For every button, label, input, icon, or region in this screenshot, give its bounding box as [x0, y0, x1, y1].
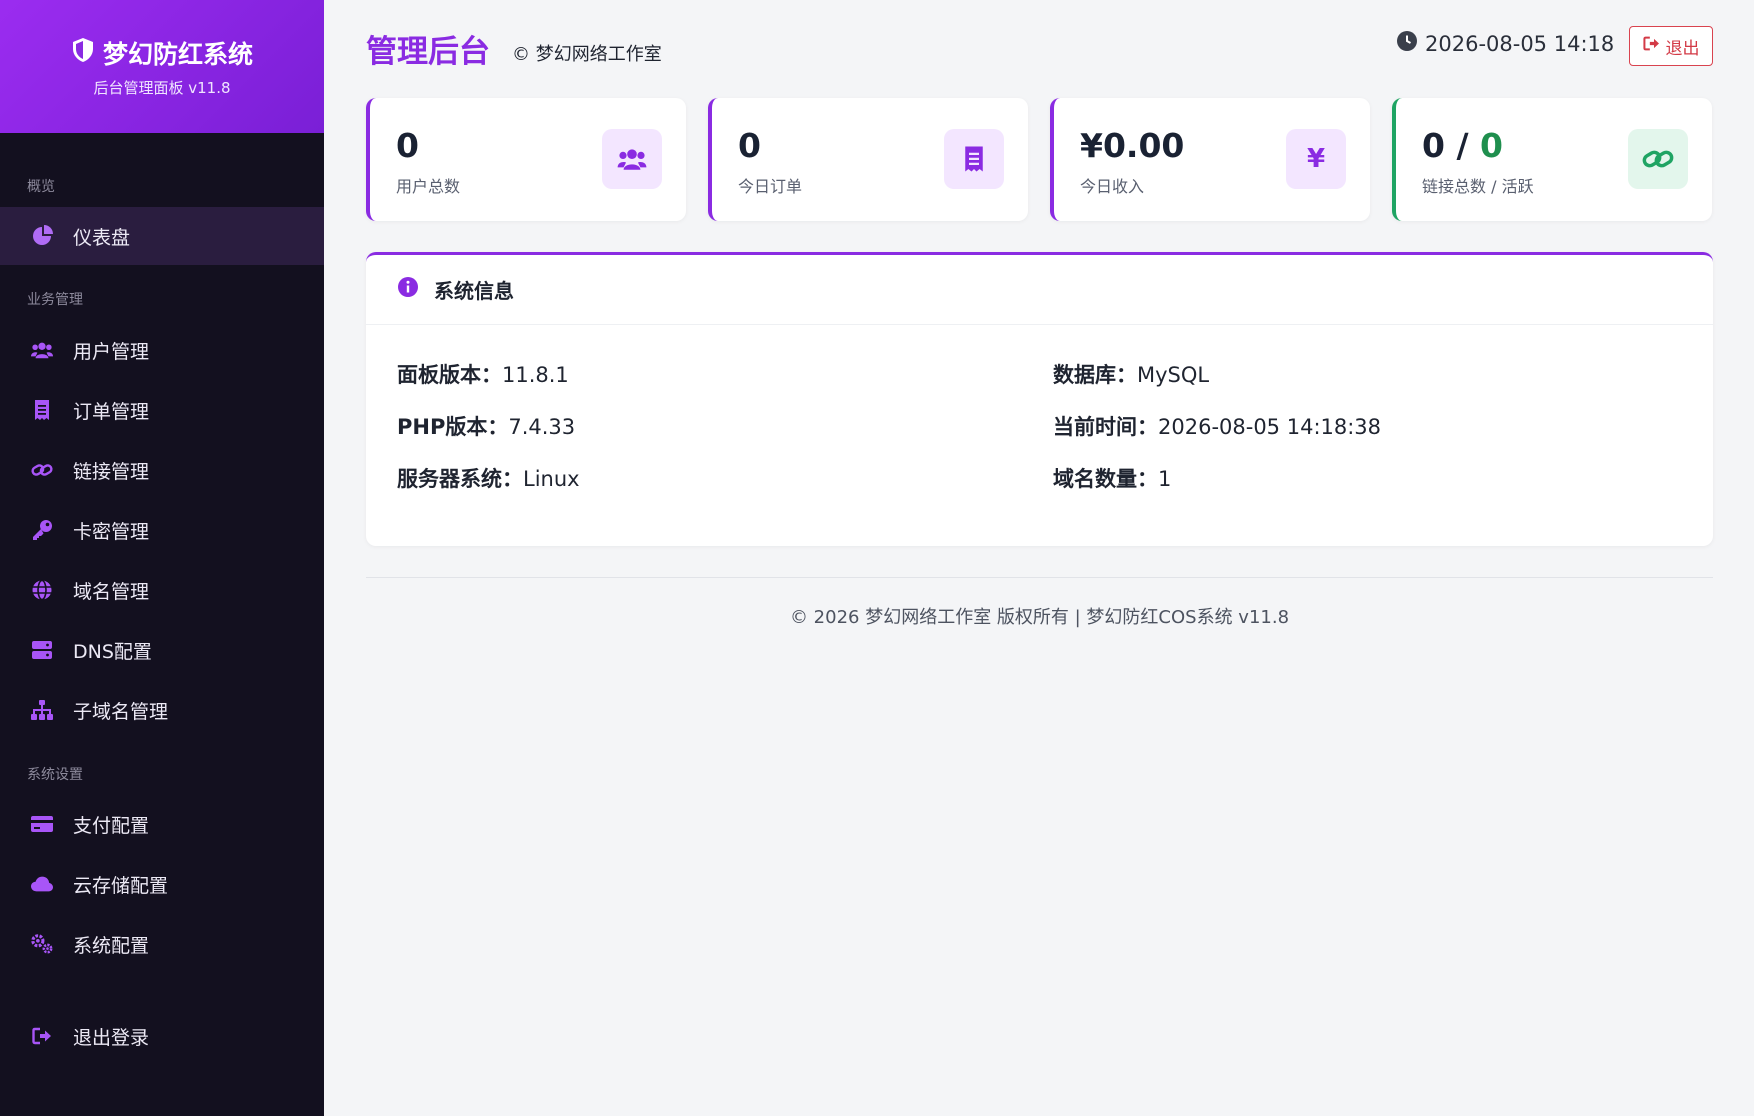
system-info-panel: 系统信息 面板版本：11.8.1 PHP版本：7.4.33 服务器系统：Linu… — [366, 252, 1713, 546]
stat-label: 今日收入 — [1080, 177, 1145, 196]
info-value: Linux — [523, 467, 580, 491]
brand-title: 梦幻防红系统 — [71, 35, 253, 71]
sidebar-item-system-config[interactable]: 系统配置 — [0, 915, 324, 973]
sidebar-item-label: 订单管理 — [73, 400, 150, 423]
server-icon — [31, 639, 53, 661]
logout-button[interactable]: 退出 — [1629, 26, 1713, 66]
users-icon — [602, 129, 662, 189]
stat-card-orders: 0 今日订单 — [708, 98, 1028, 221]
stat-value: ¥0.00 — [1080, 126, 1185, 165]
sidebar-item-label: DNS配置 — [73, 640, 152, 663]
sidebar-item-label: 子域名管理 — [73, 700, 169, 723]
header-datetime: 2026-08-05 14:18 — [1397, 31, 1614, 56]
nav-section-overview: 概览 — [27, 179, 55, 195]
link-icon — [1628, 129, 1688, 189]
info-icon — [397, 276, 419, 303]
sidebar-item-dashboard[interactable]: 仪表盘 — [0, 207, 324, 265]
header-datetime-text: 2026-08-05 14:18 — [1425, 31, 1615, 56]
sidebar-item-domains[interactable]: 域名管理 — [0, 561, 324, 619]
info-panel-version: 面板版本：11.8.1 — [397, 359, 569, 389]
receipt-icon — [944, 129, 1004, 189]
info-database: 数据库：MySQL — [1053, 359, 1209, 389]
sidebar-item-label: 退出登录 — [73, 1026, 150, 1049]
users-icon — [31, 339, 53, 361]
stat-label: 链接总数 / 活跃 — [1422, 177, 1534, 196]
sidebar-item-cloud-storage[interactable]: 云存储配置 — [0, 855, 324, 913]
sidebar-item-label: 仪表盘 — [73, 226, 131, 249]
stat-label: 用户总数 — [396, 177, 461, 196]
info-label: 当前时间： — [1053, 415, 1158, 439]
sidebar: 梦幻防红系统 后台管理面板 v11.8 概览 仪表盘 业务管理 用户管理 订单管… — [0, 0, 324, 1116]
stat-value-total: 0 / — [1422, 126, 1469, 165]
receipt-icon — [31, 399, 53, 421]
gears-icon — [31, 933, 53, 955]
sidebar-item-subdomains[interactable]: 子域名管理 — [0, 681, 324, 739]
info-label: 数据库： — [1053, 363, 1137, 387]
info-domain-count: 域名数量：1 — [1053, 463, 1171, 493]
pie-chart-icon — [31, 225, 53, 247]
brand-header: 梦幻防红系统 后台管理面板 v11.8 — [0, 0, 324, 133]
nav-section-business: 业务管理 — [27, 292, 83, 308]
brand-name: 梦幻防红系统 — [102, 40, 253, 69]
footer-divider — [366, 577, 1713, 578]
stat-label: 今日订单 — [738, 177, 803, 196]
info-php-version: PHP版本：7.4.33 — [397, 411, 575, 441]
globe-icon — [31, 579, 53, 601]
stat-card-links: 0 / 0 链接总数 / 活跃 — [1392, 98, 1712, 221]
sidebar-item-label: 云存储配置 — [73, 874, 169, 897]
shield-icon — [71, 37, 95, 69]
info-label: 域名数量： — [1053, 467, 1158, 491]
sidebar-item-links[interactable]: 链接管理 — [0, 441, 324, 499]
yen-icon: ¥ — [1286, 129, 1346, 189]
stat-card-users: 0 用户总数 — [366, 98, 686, 221]
system-info-title: 系统信息 — [434, 279, 514, 303]
info-value: 2026-08-05 14:18:38 — [1158, 415, 1382, 439]
main-content: 管理后台 © 梦幻网络工作室 2026-08-05 14:18 退出 0 用户总… — [324, 0, 1754, 1116]
sidebar-item-label: 支付配置 — [73, 814, 150, 837]
stat-value-active: 0 — [1480, 126, 1503, 165]
stat-card-income: ¥0.00 今日收入 ¥ — [1050, 98, 1370, 221]
info-current-time: 当前时间：2026-08-05 14:18:38 — [1053, 411, 1381, 441]
brand-subtitle: 后台管理面板 v11.8 — [93, 79, 231, 97]
system-info-header: 系统信息 — [366, 255, 1713, 325]
info-value: 11.8.1 — [502, 363, 569, 387]
sign-out-icon — [31, 1025, 53, 1047]
nav-section-settings: 系统设置 — [27, 767, 83, 783]
stat-value: 0 — [396, 126, 419, 165]
link-icon — [31, 459, 53, 481]
info-value: 1 — [1158, 467, 1172, 491]
stat-value: 0 / 0 — [1422, 126, 1503, 165]
info-label: 面板版本： — [397, 363, 502, 387]
cloud-icon — [31, 873, 53, 895]
sidebar-item-users[interactable]: 用户管理 — [0, 321, 324, 379]
sidebar-item-payment[interactable]: 支付配置 — [0, 795, 324, 853]
sign-out-icon — [1642, 36, 1660, 56]
credit-card-icon — [31, 813, 53, 835]
sitemap-icon — [31, 699, 53, 721]
sidebar-item-label: 链接管理 — [73, 460, 150, 483]
sidebar-item-label: 卡密管理 — [73, 520, 150, 543]
header-copyright: © 梦幻网络工作室 — [512, 44, 662, 65]
sidebar-item-logout[interactable]: 退出登录 — [0, 1007, 324, 1065]
info-value: 7.4.33 — [508, 415, 576, 439]
sidebar-item-label: 系统配置 — [73, 934, 150, 957]
sidebar-item-label: 用户管理 — [73, 340, 150, 363]
page-title: 管理后台 — [366, 34, 490, 70]
stat-value: 0 — [738, 126, 761, 165]
sidebar-item-orders[interactable]: 订单管理 — [0, 381, 324, 439]
info-label: 服务器系统： — [397, 467, 523, 491]
logout-button-label: 退出 — [1665, 38, 1700, 58]
footer-text: © 2026 梦幻网络工作室 版权所有 | 梦幻防红COS系统 v11.8 — [789, 607, 1290, 628]
info-label: PHP版本： — [397, 415, 509, 439]
key-icon — [31, 519, 53, 541]
clock-icon — [1397, 31, 1417, 56]
sidebar-item-label: 域名管理 — [73, 580, 150, 603]
sidebar-item-dns[interactable]: DNS配置 — [0, 621, 324, 679]
info-value: MySQL — [1137, 363, 1210, 387]
info-server-os: 服务器系统：Linux — [397, 463, 580, 493]
sidebar-item-cards[interactable]: 卡密管理 — [0, 501, 324, 559]
